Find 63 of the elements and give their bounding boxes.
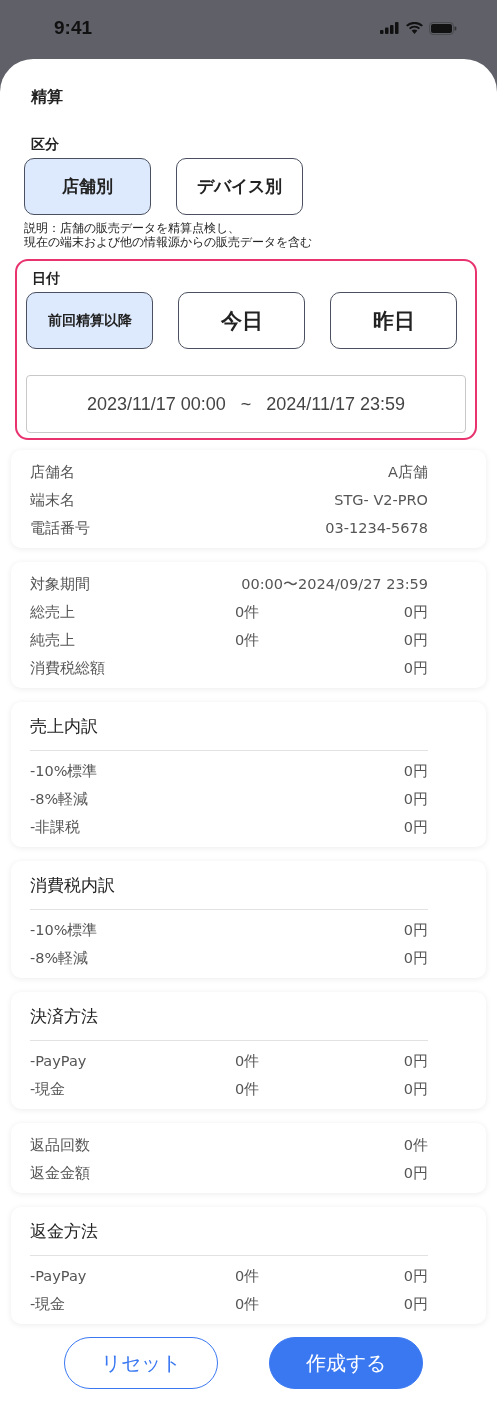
row-value: 00:00〜2024/09/27 23:59: [241, 574, 428, 594]
row-label: 店舗名: [30, 462, 76, 482]
card-title: 売上内訳: [30, 715, 99, 738]
category-option[interactable]: 店舗別: [24, 158, 151, 215]
row-count: 0件: [235, 631, 260, 648]
row-value: 0件: [403, 1135, 428, 1155]
description-text: 現在の端末および他の情報源からの販売データを含む: [24, 235, 313, 249]
category-option[interactable]: デバイス別: [176, 158, 303, 215]
date-range-field[interactable]: 2023/11/17 00:00 ~ 2024/11/17 23:59: [26, 375, 466, 433]
row-value: A店舗: [388, 462, 428, 482]
card-title: 返金方法: [30, 1220, 99, 1243]
row-label: -現金: [30, 1079, 67, 1099]
row-value: 0円: [403, 1294, 428, 1314]
create-button[interactable]: 作成する: [268, 1337, 423, 1389]
date-option[interactable]: 昨日: [330, 292, 457, 349]
row-value: 0円: [403, 1266, 428, 1286]
date-option[interactable]: 前回精算以降: [26, 292, 153, 349]
row-value: 0円: [403, 920, 428, 940]
row-label: 返金金額: [30, 1163, 91, 1183]
row-count: 0件: [235, 1052, 260, 1069]
row-label: 純売上: [30, 630, 76, 650]
status-time: 9:41: [54, 17, 93, 39]
row-value: 0円: [403, 761, 428, 781]
row-label: -PayPay: [30, 1268, 88, 1284]
card-title: 決済方法: [30, 1005, 99, 1028]
row-count: 0件: [235, 1080, 260, 1097]
row-count: 0件: [235, 1295, 260, 1312]
row-label: -非課税: [30, 817, 82, 837]
row-label: 消費税総額: [30, 658, 106, 678]
reset-button[interactable]: リセット: [63, 1337, 218, 1389]
row-value: 0円: [403, 817, 428, 837]
row-label: 総売上: [30, 602, 76, 622]
row-label: -PayPay: [30, 1053, 88, 1069]
row-value: 0円: [403, 789, 428, 809]
row-label: 電話番号: [30, 518, 91, 538]
section-label: 区分: [30, 136, 60, 154]
row-value: 0円: [403, 1163, 428, 1183]
row-count: 0件: [235, 1267, 260, 1284]
row-label: 対象期間: [30, 574, 91, 594]
row-label: -8%軽減: [30, 948, 90, 968]
row-label: -10%標準: [30, 761, 99, 781]
row-value: 0円: [403, 1051, 428, 1071]
card-title: 消費税内訳: [30, 874, 116, 897]
row-value: 0円: [403, 1079, 428, 1099]
row-value: 03-1234-5678: [325, 520, 428, 536]
sheet-title: 精算: [30, 86, 64, 108]
row-value: 0円: [403, 658, 428, 678]
row-value: 0円: [403, 630, 428, 650]
wifi-icon: [406, 22, 423, 34]
row-label: -8%軽減: [30, 789, 90, 809]
date-option[interactable]: 今日: [178, 292, 305, 349]
signal-icon: [380, 22, 400, 34]
row-label: 端末名: [30, 490, 76, 510]
description-text: 説明：店舗の販売データを精算点検し、: [24, 221, 241, 235]
row-label: -現金: [30, 1294, 67, 1314]
section-label: 日付: [31, 270, 61, 288]
row-label: -10%標準: [30, 920, 99, 940]
row-value: 0円: [403, 948, 428, 968]
battery-icon: [429, 21, 457, 35]
row-value: 0円: [403, 602, 428, 622]
row-label: 返品回数: [30, 1135, 91, 1155]
row-value: STG- V2-PRO: [334, 492, 428, 508]
row-count: 0件: [235, 603, 260, 620]
